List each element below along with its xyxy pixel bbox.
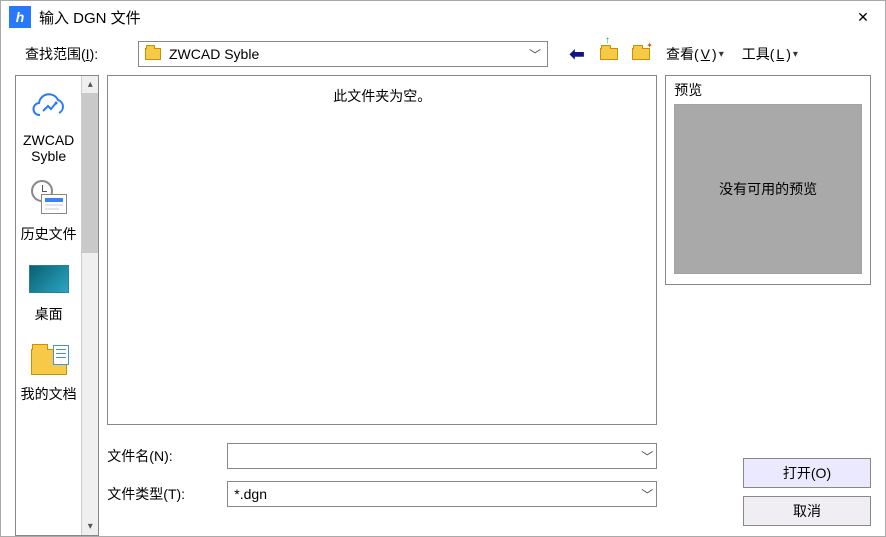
right-column: 预览 没有可用的预览 打开(O) 取消 xyxy=(665,75,871,536)
filename-input[interactable]: ﹀ xyxy=(227,443,657,469)
chevron-down-icon: ﹀ xyxy=(638,448,656,465)
folder-icon xyxy=(145,48,161,60)
scroll-track[interactable] xyxy=(82,253,98,518)
place-label: 桌面 xyxy=(16,304,81,324)
filename-row: 文件名(N): ﹀ xyxy=(107,443,657,469)
places-list: ZWCAD Syble 历史文件 桌面 我的文档 xyxy=(16,76,81,535)
titlebar: h 输入 DGN 文件 ✕ xyxy=(1,1,885,33)
filetype-value: *.dgn xyxy=(228,486,638,502)
chevron-down-icon: ▾ xyxy=(793,49,798,60)
lookin-value: ZWCAD Syble xyxy=(169,46,529,62)
folder-up-icon xyxy=(600,48,618,60)
chevron-down-icon: ﹀ xyxy=(529,46,541,63)
places-bar: ZWCAD Syble 历史文件 桌面 我的文档 ▴ xyxy=(15,75,99,536)
tools-menu[interactable]: 工具(L) ▾ xyxy=(738,44,802,64)
body-area: ZWCAD Syble 历史文件 桌面 我的文档 ▴ xyxy=(1,75,885,536)
place-label: 历史文件 xyxy=(16,224,81,244)
fields-area: 文件名(N): ﹀ 文件类型(T): *.dgn ﹀ xyxy=(107,443,657,507)
new-folder-button[interactable] xyxy=(630,44,652,64)
filetype-select[interactable]: *.dgn ﹀ xyxy=(227,481,657,507)
nav-toolbar: ⬅ 查看(V) ▾ 工具(L) ▾ xyxy=(566,44,802,64)
close-icon: ✕ xyxy=(857,9,869,26)
no-preview-text: 没有可用的预览 xyxy=(719,179,817,199)
file-list[interactable]: 此文件夹为空。 xyxy=(107,75,657,425)
folder-new-icon xyxy=(632,48,650,60)
filename-label: 文件名(N): xyxy=(107,446,217,466)
filetype-label: 文件类型(T): xyxy=(107,484,217,504)
view-menu[interactable]: 查看(V) ▾ xyxy=(662,44,728,64)
desktop-icon xyxy=(27,260,71,298)
up-folder-button[interactable] xyxy=(598,44,620,64)
place-zwcad-syble[interactable]: ZWCAD Syble xyxy=(16,82,81,174)
documents-icon xyxy=(27,340,71,378)
lookin-label: 查找范围(I): xyxy=(25,44,130,64)
preview-section: 预览 没有可用的预览 xyxy=(665,75,871,285)
cloud-icon xyxy=(27,88,71,126)
place-documents[interactable]: 我的文档 xyxy=(16,334,81,414)
import-dgn-dialog: h 输入 DGN 文件 ✕ 查找范围(I): ZWCAD Syble ﹀ ⬅ 查… xyxy=(0,0,886,537)
action-buttons: 打开(O) 取消 xyxy=(665,458,871,536)
lookin-row: 查找范围(I): ZWCAD Syble ﹀ ⬅ 查看(V) ▾ 工具(L) ▾ xyxy=(1,33,885,75)
chevron-down-icon: ﹀ xyxy=(638,486,656,503)
place-history[interactable]: 历史文件 xyxy=(16,174,81,254)
history-icon xyxy=(27,180,71,218)
dialog-title: 输入 DGN 文件 xyxy=(39,7,849,28)
back-button[interactable]: ⬅ xyxy=(566,44,588,64)
place-label: 我的文档 xyxy=(16,384,81,404)
place-label: ZWCAD Syble xyxy=(16,132,81,164)
filetype-row: 文件类型(T): *.dgn ﹀ xyxy=(107,481,657,507)
places-scrollbar[interactable]: ▴ ▾ xyxy=(81,76,98,535)
lookin-select[interactable]: ZWCAD Syble ﹀ xyxy=(138,41,548,67)
preview-box: 没有可用的预览 xyxy=(674,104,862,274)
preview-title: 预览 xyxy=(674,80,862,100)
scroll-thumb[interactable] xyxy=(82,93,98,253)
cancel-button[interactable]: 取消 xyxy=(743,496,871,526)
scroll-up-button[interactable]: ▴ xyxy=(82,76,98,93)
center-column: 此文件夹为空。 文件名(N): ﹀ 文件类型(T): xyxy=(107,75,657,536)
app-icon: h xyxy=(9,6,31,28)
place-desktop[interactable]: 桌面 xyxy=(16,254,81,334)
scroll-down-button[interactable]: ▾ xyxy=(82,518,98,535)
open-button[interactable]: 打开(O) xyxy=(743,458,871,488)
empty-folder-text: 此文件夹为空。 xyxy=(333,88,431,104)
arrow-back-icon: ⬅ xyxy=(569,44,584,65)
close-button[interactable]: ✕ xyxy=(849,3,877,31)
chevron-down-icon: ▾ xyxy=(719,49,724,60)
